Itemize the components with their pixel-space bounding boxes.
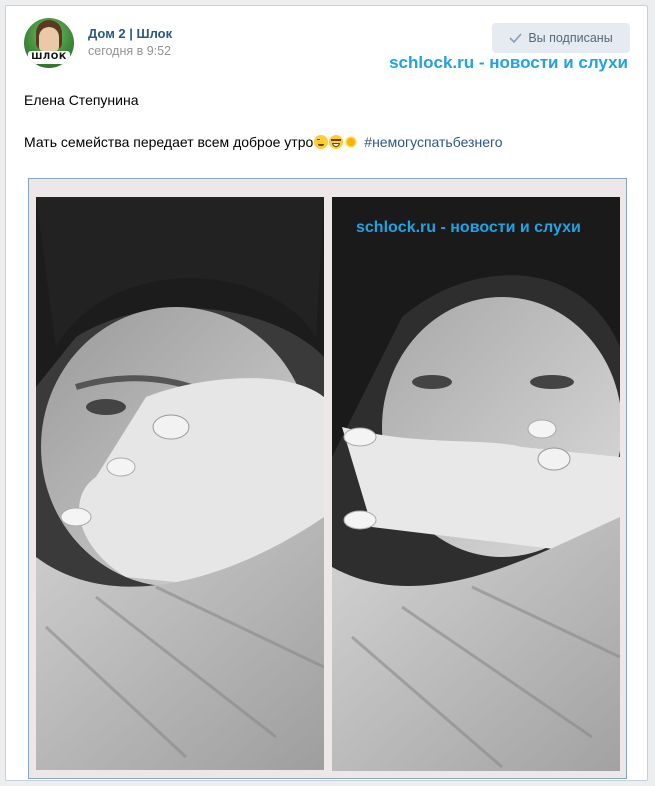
photo-panel-right: schlock.ru - новости и слухи: [332, 197, 620, 771]
group-avatar[interactable]: ШЛОК: [24, 18, 74, 68]
post-caption: Мать семейства передает всем доброе утро…: [24, 134, 503, 150]
sun-emoji-icon: [344, 135, 359, 149]
hashtag-link[interactable]: #немогуспатьбезнего: [364, 134, 502, 150]
post-author-text: Елена Степунина: [24, 92, 139, 108]
avatar-figure-icon: [39, 27, 59, 51]
selfie-image-left: [36, 197, 324, 770]
avatar-logo: ШЛОК: [28, 51, 70, 64]
group-name-link[interactable]: Дом 2 | Шлок: [88, 26, 172, 41]
post-timestamp[interactable]: сегодня в 9:52: [88, 44, 171, 58]
subscribed-button-label: Вы подписаны: [528, 31, 613, 45]
caption-text: Мать семейства передает всем доброе утро: [24, 134, 314, 150]
wink-emoji-icon: [314, 135, 329, 149]
site-watermark: schlock.ru - новости и слухи: [389, 53, 628, 72]
photo-watermark: schlock.ru - новости и слухи: [356, 219, 581, 236]
checkmark-icon: [509, 33, 522, 43]
post-photo[interactable]: schlock.ru - новости и слухи: [28, 178, 627, 779]
post-card: ШЛОК Дом 2 | Шлок сегодня в 9:52 Вы подп…: [5, 5, 648, 781]
selfie-image-right: [332, 197, 620, 771]
subscribed-button[interactable]: Вы подписаны: [492, 23, 630, 53]
photo-panel-left: [36, 197, 324, 770]
laughing-emoji-icon: [329, 135, 344, 149]
